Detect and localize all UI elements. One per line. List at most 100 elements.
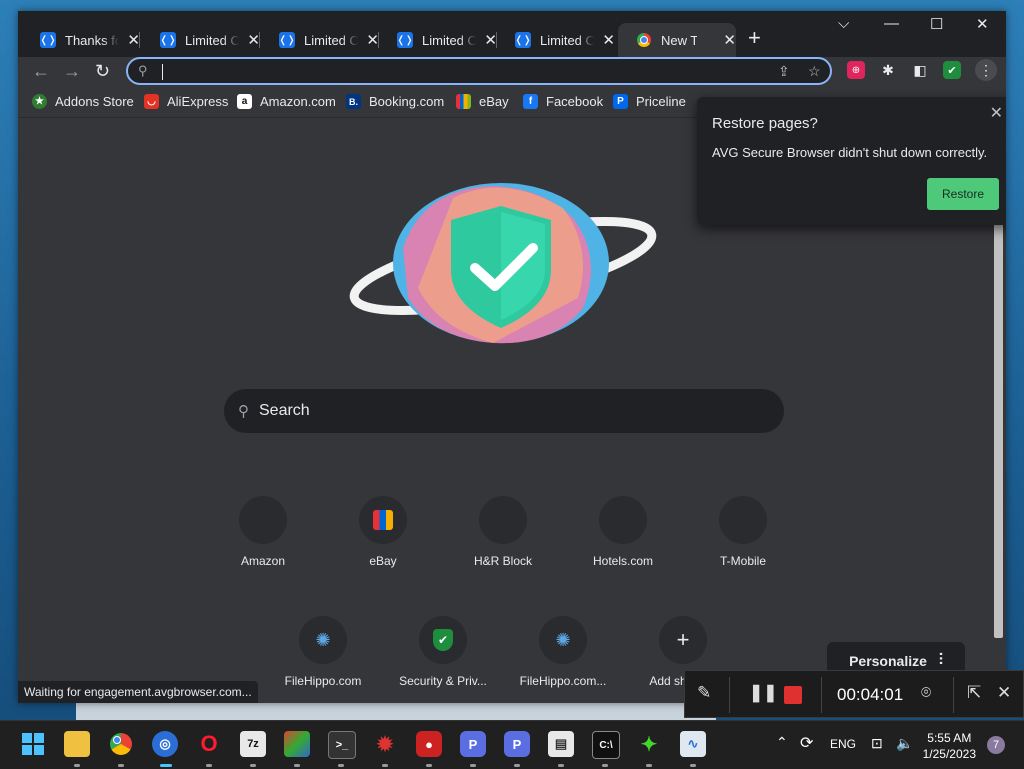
chrome-icon [636, 32, 652, 48]
bookmark-aliexpress[interactable]: ◡ AliExpress [144, 94, 228, 109]
performance-monitor-icon[interactable]: ∿ [680, 731, 706, 757]
bookmark-ebay[interactable]: eBay [456, 94, 509, 109]
clock-date: 1/25/2023 [922, 747, 976, 761]
bookmark-priceline[interactable]: P Priceline [613, 94, 686, 109]
back-arrow-icon[interactable]: ← [32, 61, 50, 82]
close-icon[interactable]: ✕ [997, 683, 1011, 703]
close-icon[interactable]: ✕ [990, 103, 1003, 123]
network-icon[interactable]: ⊡ [871, 735, 883, 752]
shortcut-label: FileHippo.com [284, 674, 362, 688]
running-indicator [646, 764, 652, 767]
shortcut-filehippo[interactable]: ✺ FileHippo.com [268, 616, 378, 688]
show-hidden-icons-chevron-icon[interactable]: ⌃ [776, 734, 788, 751]
chrome-icon[interactable] [108, 731, 134, 757]
screen-recorder-app-icon[interactable]: ● [416, 731, 442, 757]
clock-time: 5:55 AM [927, 731, 972, 745]
shortcut-hotels[interactable]: Hotels.com [568, 496, 678, 568]
bookmark-facebook[interactable]: f Facebook [523, 94, 603, 109]
command-prompt-icon[interactable]: C:\ [592, 731, 620, 759]
avg-browser-icon[interactable]: ◎ [152, 731, 178, 757]
stop-icon[interactable] [784, 686, 802, 704]
sync-icon[interactable]: ⟳ [800, 733, 813, 753]
bookmark-star-icon[interactable]: ☆ [808, 63, 821, 80]
tab-strip: ❬❭ Thanks for ✕ ❬❭ Limited Of ✕ ❬❭ Limit… [18, 11, 1006, 57]
shortcut-t-mobile[interactable]: T-Mobile [688, 496, 798, 568]
export-icon[interactable]: ⇱ [967, 683, 981, 703]
running-indicator [74, 764, 80, 767]
t-mobile-tile-icon [719, 496, 767, 544]
restore-pages-dialog: Restore pages? AVG Secure Browser didn't… [697, 97, 1006, 225]
p-app-2-icon[interactable]: P [504, 731, 530, 757]
side-panel-icon[interactable]: ◧ [911, 61, 929, 79]
bookmark-addons-store[interactable]: ★ Addons Store [32, 94, 134, 109]
bookmark-label: AliExpress [167, 94, 229, 109]
avg-page-icon: ❬❭ [397, 32, 413, 48]
bookmark-amazon[interactable]: a Amazon.com [237, 94, 336, 109]
aliexpress-icon: ◡ [144, 94, 159, 109]
extensions-puzzle-icon[interactable]: ✱ [879, 61, 897, 79]
dialog-title: Restore pages? [712, 115, 818, 132]
search-placeholder: Search [259, 402, 310, 419]
shortcut-filehippo-2[interactable]: ✺ FileHippo.com... [508, 616, 618, 688]
hr-block-tile-icon [479, 496, 527, 544]
winrar-icon[interactable] [284, 731, 310, 757]
extension-lock-icon[interactable]: ⊕ [847, 61, 865, 79]
system-clock[interactable]: 5:55 AM 1/25/2023 [923, 730, 976, 762]
bookmark-booking[interactable]: B. Booking.com [346, 94, 444, 109]
sliders-icon: ⫶ [938, 652, 943, 669]
shortcut-security-privacy[interactable]: ✔ Security & Priv... [388, 616, 498, 688]
close-window-icon[interactable]: ✕ [976, 15, 989, 33]
tab-close-icon[interactable]: ✕ [723, 31, 736, 49]
p-app-icon[interactable]: P [460, 731, 486, 757]
security-shield-icon: ✔ [419, 616, 467, 664]
menu-kebab-icon[interactable]: ⋮ [975, 59, 997, 81]
tab-limited-offer-2[interactable]: ❬❭ Limited Of ✕ [261, 23, 379, 57]
bug-tool-icon[interactable]: ✹ [372, 731, 398, 757]
tab-close-icon[interactable]: ✕ [602, 31, 615, 49]
notification-badge[interactable]: 7 [987, 736, 1005, 754]
tab-new-tab[interactable]: New Tab ✕ [618, 23, 736, 57]
tab-limited-offer-1[interactable]: ❬❭ Limited Of ✕ [142, 23, 260, 57]
tab-separator [259, 32, 260, 48]
language-indicator[interactable]: ENG [830, 737, 856, 751]
minimize-icon[interactable]: — [884, 15, 899, 32]
divider [821, 677, 822, 713]
tab-search-chevron-icon[interactable]: ⌵ [838, 15, 849, 32]
7zip-icon[interactable]: 7z [240, 731, 266, 757]
restore-button[interactable]: Restore [927, 178, 999, 210]
tab-title: Limited Of [540, 32, 595, 48]
forward-arrow-icon[interactable]: → [63, 61, 81, 82]
shortcut-ebay[interactable]: eBay [328, 496, 438, 568]
avg-page-icon: ❬❭ [279, 32, 295, 48]
ntp-search-box[interactable]: ⚲ Search [224, 389, 784, 433]
tab-title: Limited Of [304, 32, 359, 48]
running-indicator [294, 764, 300, 767]
tab-thanks[interactable]: ❬❭ Thanks for ✕ [22, 23, 140, 57]
camera-icon[interactable]: ⌾ [921, 683, 931, 703]
pause-icon[interactable]: ❚❚ [749, 683, 778, 703]
maximize-icon[interactable]: ☐ [930, 15, 943, 33]
avg-page-icon: ❬❭ [40, 32, 56, 48]
pen-icon[interactable]: ✎ [697, 683, 711, 703]
amazon-icon: a [237, 94, 252, 109]
hotels-tile-icon [599, 496, 647, 544]
tab-limited-offer-3[interactable]: ❬❭ Limited Of ✕ [379, 23, 497, 57]
new-tab-plus-icon[interactable]: + [748, 25, 761, 51]
file-explorer-icon[interactable] [64, 731, 90, 757]
terminal-icon[interactable]: >_ [328, 731, 356, 759]
reload-icon[interactable]: ↻ [95, 61, 110, 82]
opera-icon[interactable]: O [196, 731, 222, 757]
bookmark-label: Facebook [546, 94, 604, 109]
avg-shield-icon[interactable]: ✔ [943, 61, 961, 79]
shortcut-hr-block[interactable]: H&R Block [448, 496, 558, 568]
tab-limited-offer-4[interactable]: ❬❭ Limited Of ✕ [497, 23, 615, 57]
address-bar[interactable]: ⚲ ⇪ ☆ [126, 57, 832, 85]
recording-timer: 00:04:01 [837, 685, 904, 704]
razer-icon[interactable]: ✦ [636, 731, 662, 757]
windows-start-icon[interactable] [20, 731, 46, 757]
bookmark-label: Priceline [636, 94, 686, 109]
shortcut-amazon[interactable]: Amazon [208, 496, 318, 568]
volume-icon[interactable]: 🔈 [896, 735, 913, 752]
share-icon[interactable]: ⇪ [778, 63, 790, 80]
notepad-icon[interactable]: ▤ [548, 731, 574, 757]
